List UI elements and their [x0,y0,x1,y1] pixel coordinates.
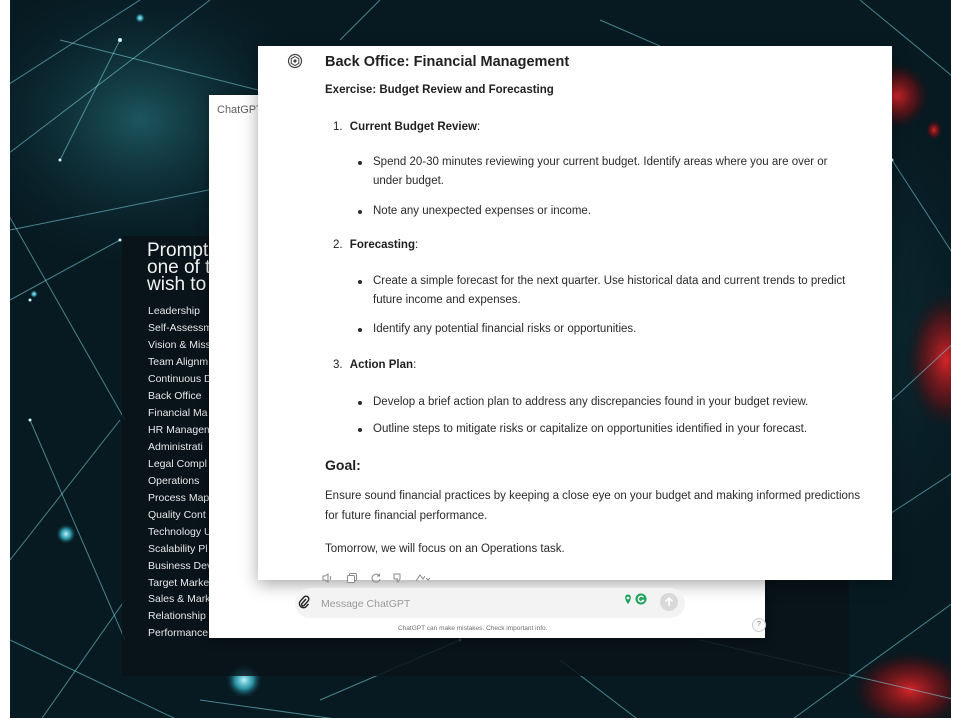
message-input[interactable] [321,596,581,612]
goal-heading: Goal: [325,457,361,473]
model-switch-icon[interactable] [414,571,431,589]
section-title: Current Budget Review [349,121,477,133]
back-window-title: ChatGPT [217,104,263,116]
prompt-topic-item: Financial Ma [148,406,208,419]
disclaimer-text: ChatGPT can make mistakes. Check importa… [398,625,548,632]
prompt-topic-item: HR Managem [148,423,210,436]
bullet-text: Create a simple forecast for the next qu… [373,275,846,306]
bullet-text: Identify any potential financial risks o… [373,323,637,335]
bullet-dot [358,328,362,332]
prompt-topic-item: Operations [148,474,200,487]
section-title: Action Plan [349,359,414,371]
section-title: Forecasting [349,239,415,251]
location-pin-icon[interactable] [623,592,649,606]
section-2-heading: 2. Forecasting: [333,239,418,251]
bullet-dot [358,428,362,432]
section-number: 1. [333,121,343,133]
bullet-dot [358,161,362,165]
arrow-up-icon [664,596,674,606]
bullet-dot [358,401,362,405]
prompt-topic-item: Scalability Pl [148,542,208,555]
prompt-topic-item: Process Map [148,491,210,504]
prompt-topic-item: Relationship [148,610,206,623]
paperclip-icon[interactable] [298,595,310,614]
prompt-topic-item: Administrati [148,440,203,453]
prompt-topic-item: Continuous D [148,372,210,385]
response-subheading: Exercise: Budget Review and Forecasting [325,84,554,96]
prompt-topic-item: Team Alignm [148,355,209,368]
prompt-topic-item: Self-Assessm [148,321,210,334]
section-number: 3. [333,359,343,371]
section-colon: : [414,239,419,251]
section-1-heading: 1. Current Budget Review: [333,121,480,133]
bullet-text: Outline steps to mitigate risks or capit… [373,423,808,435]
prompt-topic-item: Business Dev [148,559,210,572]
section-number: 2. [333,239,343,251]
prompt-topic-item: Target Marke [148,576,210,589]
section-3-heading: 3. Action Plan: [333,359,416,371]
bullet-text: Spend 20-30 minutes reviewing your curre… [373,156,828,187]
prompt-topic-item: Leadership [148,305,200,317]
bullet-text: Develop a brief action plan to address a… [373,396,809,408]
thumbs-down-icon[interactable] [392,571,404,589]
prompt-topic-item: Vision & Miss [148,338,210,351]
chatgpt-logo-icon [287,53,303,69]
prompt-topic-item: Sales & Mark [148,593,210,606]
send-button[interactable] [660,593,678,611]
help-button[interactable]: ? [752,618,766,632]
closing-text: Tomorrow, we will focus on an Operations… [325,543,565,555]
response-heading: Back Office: Financial Management [325,54,570,70]
prompt-topic-item: Performance [148,627,209,640]
prompt-topic-item: Back Office [148,389,202,402]
extension-icons [623,592,649,611]
goal-text: Ensure sound financial practices by keep… [325,490,861,522]
prompt-topic-item: Technology U [148,525,210,538]
regenerate-icon[interactable] [370,571,382,589]
bullet-dot [358,210,362,214]
prompt-topic-list: Leadership Self-Assessm Vision & Miss Te… [148,303,210,642]
section-colon: : [476,121,481,133]
prompt-topic-item: Legal Compl [148,457,207,470]
bullet-dot [358,280,362,284]
read-aloud-icon[interactable] [322,571,334,589]
section-colon: : [413,359,417,371]
prompt-topic-item: Quality Cont [148,508,206,521]
copy-icon[interactable] [346,571,358,589]
bullet-text: Note any unexpected expenses or income. [373,205,591,217]
